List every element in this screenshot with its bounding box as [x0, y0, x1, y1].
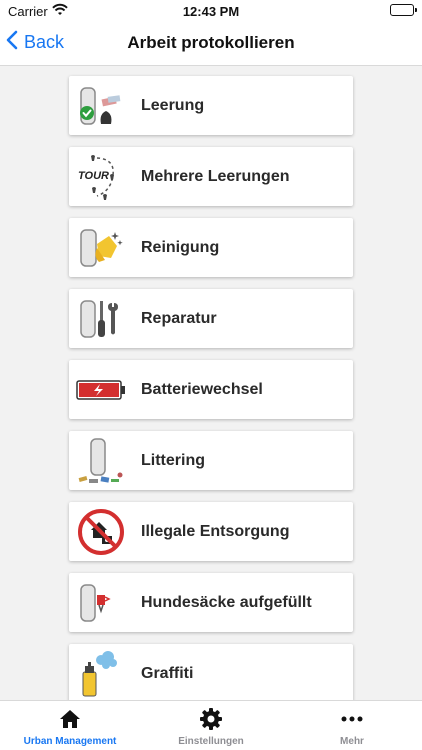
tour-route-icon: TOUR [75, 151, 127, 203]
battery-icon [390, 4, 417, 16]
item-label: Graffiti [141, 664, 194, 682]
list-item-batteriewechsel[interactable]: Batteriewechsel [69, 360, 353, 419]
tab-einstellungen[interactable]: Einstellungen [141, 701, 281, 750]
bin-repair-tools-icon [75, 293, 127, 345]
status-time: 12:43 PM [182, 4, 240, 19]
illegal-dumping-forbidden-icon [75, 506, 127, 558]
gear-icon [200, 708, 222, 730]
tab-urban-management[interactable]: Urban Management [0, 701, 140, 750]
list-item-hundesaecke-aufgefuellt[interactable]: Hundesäcke aufgefüllt [69, 573, 353, 632]
navigation-bar: Back Arbeit protokollieren [0, 22, 422, 66]
bin-emptied-check-icon [75, 80, 127, 132]
list-item-graffiti[interactable]: Graffiti [69, 644, 353, 700]
list-item-reparatur[interactable]: Reparatur [69, 289, 353, 348]
svg-text:TOUR: TOUR [78, 170, 109, 182]
home-icon [59, 708, 81, 730]
tab-mehr[interactable]: Mehr [282, 701, 422, 750]
list-item-mehrere-leerungen[interactable]: TOUR Mehrere Leerungen [69, 147, 353, 206]
tab-label: Einstellungen [178, 736, 244, 747]
battery-low-icon [75, 364, 127, 416]
list-item-reinigung[interactable]: Reinigung [69, 218, 353, 277]
tab-bar: Urban Management Einstellungen Mehr [0, 700, 422, 750]
item-label: Mehrere Leerungen [141, 167, 290, 185]
item-label: Batteriewechsel [141, 380, 263, 398]
item-label: Reinigung [141, 238, 220, 256]
item-label: Leerung [141, 96, 205, 114]
list-item-leerung[interactable]: Leerung [69, 76, 353, 135]
item-label: Littering [141, 451, 205, 469]
item-label: Reparatur [141, 309, 217, 327]
spray-can-icon [75, 648, 127, 700]
page-title: Arbeit protokollieren [127, 33, 295, 52]
list-item-illegale-entsorgung[interactable]: Illegale Entsorgung [69, 502, 353, 561]
work-type-list: Leerung TOUR Mehrere Leerungen Reinigung… [0, 67, 422, 700]
tab-label: Urban Management [23, 736, 117, 747]
status-bar: Carrier 12:43 PM [0, 0, 422, 22]
litter-icon [75, 435, 127, 487]
item-label: Illegale Entsorgung [141, 522, 290, 540]
dog-bag-dispenser-icon [75, 577, 127, 629]
list-item-littering[interactable]: Littering [69, 431, 353, 490]
item-label: Hundesäcke aufgefüllt [141, 593, 312, 611]
more-dots-icon [341, 708, 363, 730]
tab-label: Mehr [340, 736, 364, 747]
bin-cleaning-icon [75, 222, 127, 274]
